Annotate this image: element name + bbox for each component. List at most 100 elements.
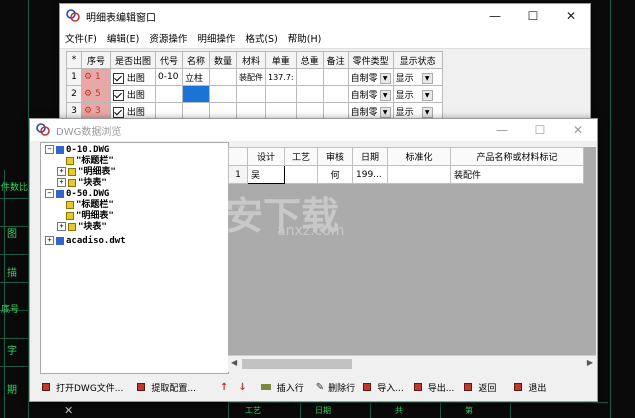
minimize-icon[interactable]: — [476,4,514,28]
qty-cell[interactable] [209,85,237,103]
col-header[interactable]: 备注 [322,51,349,69]
minimize-icon[interactable]: — [483,119,521,141]
out-checkbox[interactable] [113,89,124,101]
qty-cell[interactable] [209,68,237,86]
table-row[interactable]: 1 ⚙ 1 出图 0-10 立柱 装配件 137.7: 自制零 ▼ 显示 ▼ [66,68,443,86]
col-header[interactable]: 日期 [352,147,388,166]
export-button[interactable]: 导出... [413,381,454,394]
code-cell[interactable]: 0-10 [155,68,183,86]
menu-resource[interactable]: 资源操作 [144,31,192,45]
status-cell[interactable]: 显示 ▼ [392,68,443,86]
col-header[interactable]: 单重 [265,51,297,69]
close-icon[interactable]: ✕ [552,4,590,28]
maximize-icon[interactable]: ☐ [521,119,559,141]
type-cell[interactable]: 自制零 ▼ [347,102,394,120]
tree-node-table[interactable]: "标题栏" [57,156,114,167]
out-cell[interactable]: 出图 [110,102,156,120]
seq-cell[interactable]: ⚙ 5 [81,85,111,103]
expand-icon[interactable]: + [57,222,66,231]
review-cell[interactable]: 何 [317,165,353,184]
tree-node-table[interactable]: "标题栏" [57,200,114,211]
menu-file[interactable]: 文件(F) [60,31,102,45]
col-header[interactable]: 产品名称或材料标记 [450,147,584,166]
process-cell[interactable] [284,165,318,184]
open-dwg-button[interactable]: 打开DWG文件... [42,381,123,394]
expand-icon[interactable]: + [57,178,66,187]
tree-node-file[interactable]: + acadiso.dwt [45,236,126,247]
menu-edit[interactable]: 编辑(E) [102,31,144,45]
code-cell[interactable] [155,85,183,103]
type-cell[interactable]: 自制零 ▼ [347,68,394,86]
chevron-down-icon[interactable]: ▼ [379,89,391,101]
col-header[interactable]: 总重 [295,51,324,69]
move-down-button[interactable]: ↓ [238,382,250,393]
table-row[interactable]: 3 ⚙ 3 出图 自制零 ▼ 显示 ▼ [66,102,443,120]
menu-bom-operation[interactable]: 明细操作 [192,31,240,45]
designer-cell[interactable]: 吴 [247,165,285,184]
tree-node-table[interactable]: + "块表" [57,178,107,189]
col-header[interactable]: 工艺 [284,147,318,166]
collapse-icon[interactable]: − [45,145,54,154]
name-cell[interactable]: 立柱 [182,68,210,86]
scroll-left-icon[interactable]: ◀ [231,358,237,367]
col-header[interactable]: 是否出图 [110,51,156,69]
insert-row-button[interactable]: 插入行 [260,381,304,394]
dwg-window-titlebar[interactable]: DWG数据浏览 — ☐ ✕ [30,119,597,141]
total-weight-cell[interactable] [295,85,324,103]
delete-row-button[interactable]: ✎ 删除行 [316,381,355,394]
extract-config-button[interactable]: 提取配置... [137,381,196,394]
out-checkbox[interactable] [113,106,124,118]
out-checkbox[interactable] [113,72,124,84]
note-cell[interactable] [322,85,349,103]
chevron-down-icon[interactable]: ▼ [379,106,391,118]
seq-cell[interactable]: ⚙ 3 [81,102,111,120]
material-cell[interactable]: 装配件 [236,68,266,86]
col-header[interactable]: 标准化 [387,147,451,166]
close-icon[interactable]: ✕ [559,119,597,141]
tree-node-table[interactable]: + "块表" [57,222,107,233]
exit-button[interactable]: 退出 [514,381,546,394]
material-cell[interactable] [236,102,266,120]
col-header[interactable]: 序号 [81,51,111,69]
total-weight-cell[interactable] [295,102,324,120]
menu-format[interactable]: 格式(S) [240,31,282,45]
code-cell[interactable] [155,102,183,120]
tree-node-table[interactable]: "明细表" [57,211,114,222]
table-row[interactable]: 1 吴 何 199... 装配件 [228,165,584,184]
seq-cell[interactable]: ⚙ 1 [81,68,111,86]
col-header[interactable]: 材料 [236,51,266,69]
col-header[interactable]: 设计 [247,147,285,166]
unit-weight-cell[interactable] [265,85,297,103]
expand-icon[interactable]: + [57,167,66,176]
col-header[interactable]: 显示状态 [392,51,443,69]
material-cell[interactable] [236,85,266,103]
chevron-down-icon[interactable]: ▼ [421,106,433,118]
standard-cell[interactable] [387,165,451,184]
note-cell[interactable] [322,102,349,120]
type-cell[interactable]: 自制零 ▼ [347,85,394,103]
bom-window-titlebar[interactable]: 明细表编辑窗口 — ☐ ✕ [60,4,590,28]
col-header[interactable]: 审核 [317,147,353,166]
import-button[interactable]: 导入... [363,381,404,394]
tree-node-file[interactable]: −0-50.DWG [45,189,109,200]
col-header[interactable]: 零件类型 [347,51,394,69]
col-header[interactable]: 数量 [209,51,237,69]
chevron-down-icon[interactable]: ▼ [379,72,391,84]
tree-node-table[interactable]: + "明细表" [57,167,116,178]
status-cell[interactable]: 显示 ▼ [392,102,443,120]
product-name-cell[interactable]: 装配件 [450,165,584,184]
menu-help[interactable]: 帮助(H) [283,31,327,45]
scroll-right-icon[interactable]: ▶ [587,358,593,367]
col-header[interactable]: 代号 [155,51,183,69]
note-cell[interactable] [322,68,349,86]
unit-weight-cell[interactable] [265,102,297,120]
name-cell[interactable] [182,102,210,120]
out-cell[interactable]: 出图 [110,68,156,86]
back-button[interactable]: 返回 [464,381,496,394]
chevron-down-icon[interactable]: ▼ [421,89,433,101]
col-header[interactable]: 名称 [182,51,210,69]
expand-icon[interactable]: + [45,236,54,245]
table-row[interactable]: 2 ⚙ 5 出图 自制零 ▼ 显示 ▼ [66,85,443,103]
horizontal-scrollbar[interactable]: ◀ ▶ [228,355,596,372]
name-cell-selected[interactable] [182,85,210,103]
